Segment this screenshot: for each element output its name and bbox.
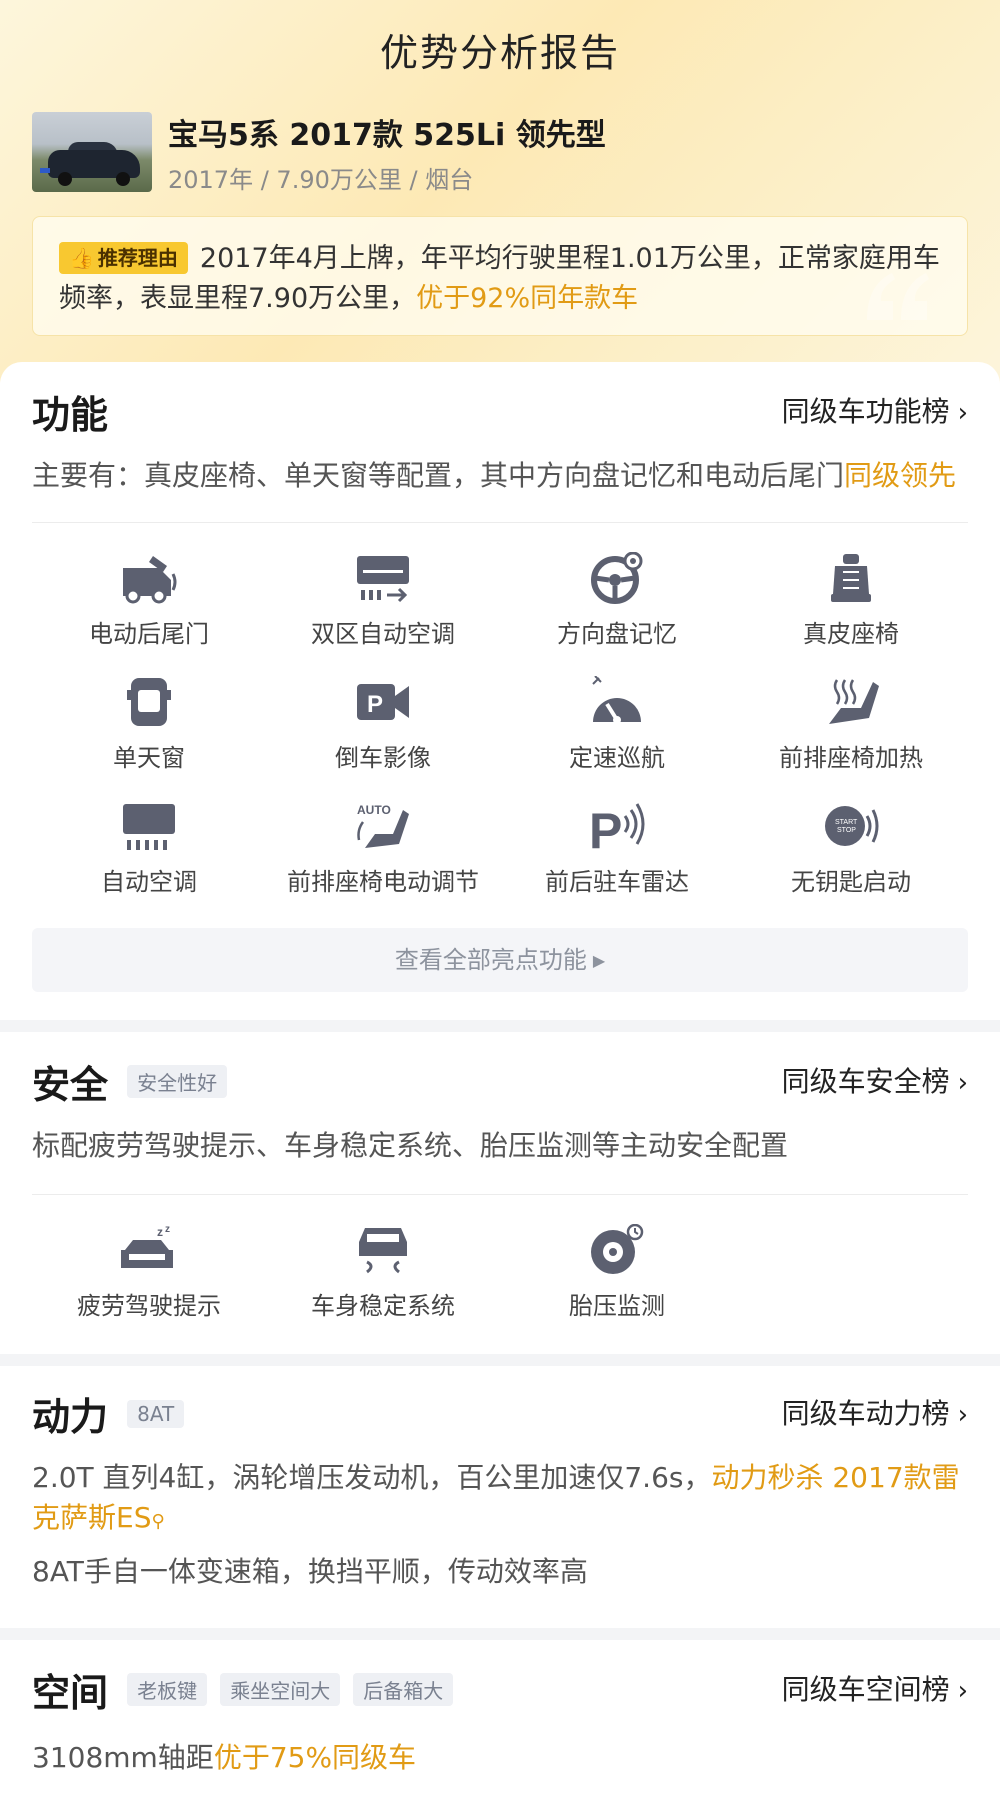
fatigue-warning-icon: z z xyxy=(121,1224,173,1268)
safety-ranking-link[interactable]: 同级车安全榜 › xyxy=(782,1060,968,1100)
power-title: 动力 xyxy=(32,1395,109,1439)
svg-text:P: P xyxy=(589,803,622,852)
features-ranking-link[interactable]: 同级车功能榜 › xyxy=(782,390,968,430)
power-section: 动力 8AT 同级车动力榜 › 2.0T 直列4缸，涡轮增压发动机，百公里加速仅7… xyxy=(0,1366,1000,1628)
safety-item[interactable]: z z 疲劳驾驶提示 xyxy=(32,1224,266,1344)
feature-item[interactable]: 方向盘记忆 xyxy=(500,552,734,672)
divider xyxy=(32,522,968,523)
feature-item[interactable]: AUTO 前排座椅电动调节 xyxy=(266,800,500,920)
cruise-control-icon xyxy=(592,676,641,724)
safety-desc: 标配疲劳驾驶提示、车身稳定系统、胎压监测等主动安全配置 xyxy=(32,1129,789,1162)
svg-text:z: z xyxy=(157,1225,163,1239)
features-desc: 主要有：真皮座椅、单天窗等配置，其中方向盘记忆和电动后尾门同级领先 xyxy=(32,459,957,492)
space-tag: 老板键 xyxy=(127,1673,208,1706)
sunroof-icon xyxy=(127,678,171,726)
power-tag: 8AT xyxy=(127,1399,185,1428)
space-desc-highlight: 优于75%同级车 xyxy=(213,1741,417,1774)
chevron-right-icon: › xyxy=(957,1676,968,1706)
feature-item[interactable]: 定速巡航 xyxy=(500,676,734,796)
safety-item[interactable]: 胎压监测 xyxy=(500,1224,734,1344)
safety-tag: 安全性好 xyxy=(127,1065,228,1098)
seat-heating-icon xyxy=(829,679,879,724)
tire-pressure-icon xyxy=(591,1224,644,1274)
power-tailgate-icon xyxy=(123,556,177,604)
recommend-reason-tag: 👍 推荐理由 xyxy=(59,242,188,274)
space-tag: 后备箱大 xyxy=(353,1673,454,1706)
space-title: 空间 xyxy=(32,1671,109,1715)
auto-ac-icon xyxy=(123,804,175,850)
svg-text:STOP: STOP xyxy=(837,827,856,834)
safety-item[interactable]: 车身稳定系统 xyxy=(266,1224,500,1344)
thumbs-up-icon: 👍 xyxy=(69,246,94,270)
features-header: 功能 同级车功能榜 › xyxy=(32,384,968,437)
space-header: 空间 老板键 乘坐空间大 后备箱大 同级车空间榜 › xyxy=(32,1662,968,1715)
transmission-desc: 8AT手自一体变速箱，换挡平顺，传动效率高 xyxy=(32,1555,588,1588)
features-section: 功能 同级车功能榜 › 主要有：真皮座椅、单天窗等配置，其中方向盘记忆和电动后尾门… xyxy=(0,362,1000,1020)
space-section: 空间 老板键 乘坐空间大 后备箱大 同级车空间榜 › 3108mm轴距优于75%同… xyxy=(0,1640,1000,1801)
feature-item[interactable]: 自动空调 xyxy=(32,800,266,920)
power-ranking-link[interactable]: 同级车动力榜 › xyxy=(782,1392,968,1432)
features-grid: 电动后尾门 双区自动空调 方向盘记忆 真皮座椅 单天窗 P 倒车影像 定速巡航 … xyxy=(32,552,968,912)
safety-grid: z z 疲劳驾驶提示 车身稳定系统 胎压监测 xyxy=(32,1224,968,1344)
feature-item[interactable]: 真皮座椅 xyxy=(734,552,968,672)
space-ranking-link[interactable]: 同级车空间榜 › xyxy=(782,1668,968,1708)
feature-item[interactable]: 前排座椅加热 xyxy=(734,676,968,796)
keyless-start-icon: START STOP xyxy=(825,806,879,846)
report-header: 优势分析报告 宝马5系 2017款 525Li 领先型 2017年 / 7.90… xyxy=(0,0,1000,400)
space-tag: 乘坐空间大 xyxy=(220,1673,341,1706)
car-thumbnail[interactable] xyxy=(32,112,152,192)
recommend-reason-box: 👍 推荐理由 2017年4月上牌，年平均行驶里程1.01万公里，正常家庭用车频率，表… xyxy=(32,216,968,336)
feature-item[interactable]: START STOP 无钥匙启动 xyxy=(734,800,968,920)
power-header: 动力 8AT 同级车动力榜 › xyxy=(32,1386,968,1439)
features-desc-highlight: 同级领先 xyxy=(844,459,957,492)
quote-mark-icon xyxy=(867,273,929,320)
power-seat-icon: AUTO xyxy=(357,803,409,848)
chevron-right-icon: › xyxy=(957,1400,968,1430)
feature-item[interactable]: 电动后尾门 xyxy=(32,552,266,672)
stability-control-icon xyxy=(359,1228,407,1274)
feature-item[interactable]: 单天窗 xyxy=(32,676,266,796)
leather-seat-icon xyxy=(831,554,871,602)
feature-item[interactable]: 双区自动空调 xyxy=(266,552,500,672)
page-title: 优势分析报告 xyxy=(379,31,620,75)
safety-title: 安全 xyxy=(32,1063,109,1107)
caret-right-icon: ▶ xyxy=(592,951,606,970)
search-icon: ⚲ xyxy=(151,1511,165,1532)
feature-item[interactable]: P 前后驻车雷达 xyxy=(500,800,734,920)
feature-item[interactable]: P 倒车影像 xyxy=(266,676,500,796)
chevron-right-icon: › xyxy=(957,398,968,428)
space-desc: 3108mm轴距优于75%同级车 xyxy=(32,1741,417,1774)
svg-text:z: z xyxy=(165,1224,170,1235)
divider xyxy=(32,1194,968,1195)
dual-zone-ac-icon xyxy=(357,556,409,603)
steering-memory-icon xyxy=(591,552,643,604)
recommend-reason-highlight: 优于92%同年款车 xyxy=(416,283,639,314)
features-title: 功能 xyxy=(32,393,109,437)
view-all-features-button[interactable]: 查看全部亮点功能 ▶ xyxy=(32,928,968,992)
car-name: 宝马5系 2017款 525Li 领先型 xyxy=(168,118,606,153)
reverse-camera-icon: P xyxy=(357,684,409,720)
safety-header: 安全 安全性好 同级车安全榜 › xyxy=(32,1054,968,1107)
svg-text:AUTO: AUTO xyxy=(357,803,391,817)
svg-text:START: START xyxy=(835,819,858,826)
safety-section: 安全 安全性好 同级车安全榜 › 标配疲劳驾驶提示、车身稳定系统、胎压监测等主动安… xyxy=(0,1032,1000,1354)
car-meta: 2017年 / 7.90万公里 / 烟台 xyxy=(168,166,474,194)
chevron-right-icon: › xyxy=(957,1068,968,1098)
power-desc: 2.0T 直列4缸，涡轮增压发动机，百公里加速仅7.6s，动力秒杀 2017款雷… xyxy=(32,1461,960,1534)
parking-radar-icon: P xyxy=(589,803,645,852)
svg-text:P: P xyxy=(367,691,383,718)
